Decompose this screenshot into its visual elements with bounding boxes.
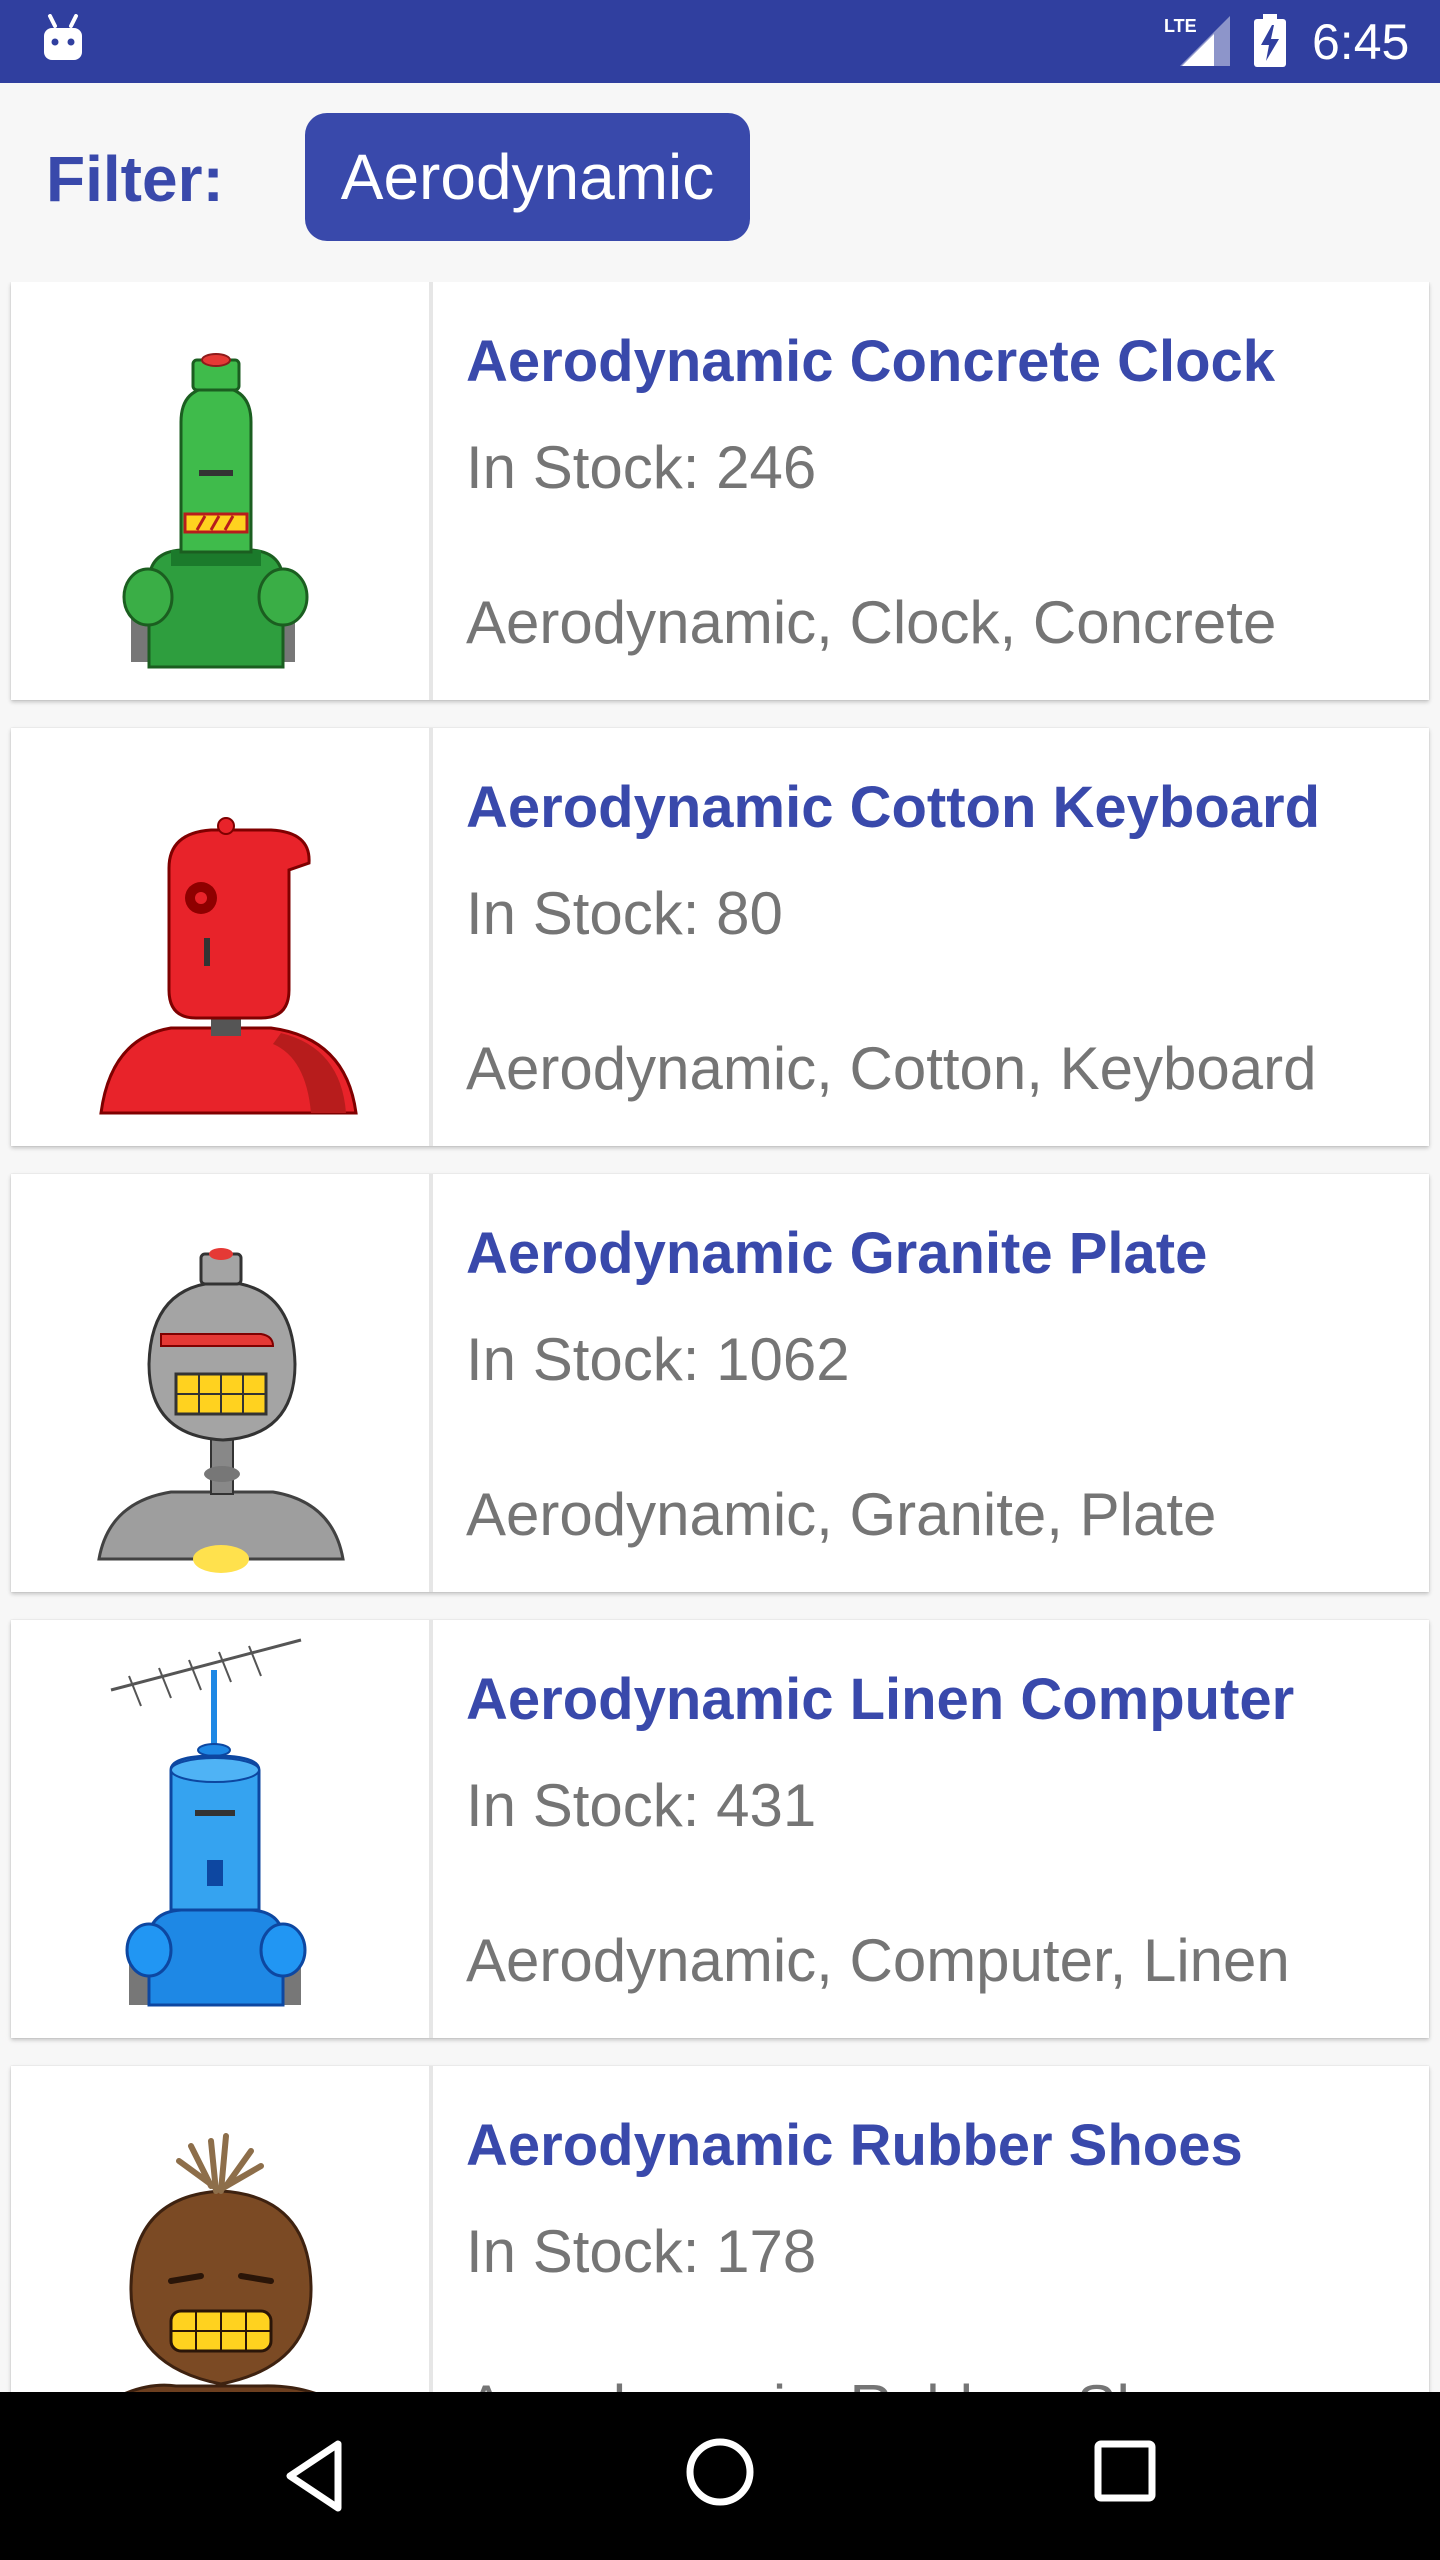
product-name: Aerodynamic Rubber Shoes [466,2113,1243,2178]
home-icon[interactable] [684,2436,756,2508]
product-thumbnail [11,2066,433,2392]
product-name: Aerodynamic Granite Plate [466,1221,1208,1286]
product-stock: In Stock: 178 [466,2218,817,2285]
lte-label: LTE [1164,16,1197,36]
product-thumbnail [11,728,433,1146]
navigation-bar [0,2392,1440,2560]
recents-icon[interactable] [1092,2438,1158,2504]
product-stock: In Stock: 80 [466,880,783,947]
blue-robot-image [110,1638,307,2007]
back-icon[interactable] [280,2436,350,2516]
brown-robot-image [124,2133,316,2392]
product-tags: Aerodynamic, Computer, Linen [466,1927,1290,1994]
product-thumbnail [11,1620,433,2038]
android-notification-icon [44,14,82,60]
product-card[interactable]: Aerodynamic Concrete Clock In Stock: 246… [11,282,1429,700]
gray-robot-image [97,1248,345,1573]
product-stock: In Stock: 1062 [466,1326,850,1393]
product-name: Aerodynamic Concrete Clock [466,329,1276,394]
red-robot-image [99,817,358,1115]
product-name: Aerodynamic Linen Computer [466,1667,1295,1732]
product-name: Aerodynamic Cotton Keyboard [466,775,1320,840]
product-stock: In Stock: 246 [466,434,817,501]
status-clock: 6:45 [1312,14,1410,70]
product-card[interactable]: Aerodynamic Granite Plate In Stock: 1062… [11,1174,1429,1592]
product-list[interactable]: Aerodynamic Concrete Clock In Stock: 246… [0,282,1440,2392]
product-thumbnail [11,282,433,700]
product-card[interactable]: Aerodynamic Linen Computer In Stock: 431… [11,1620,1429,2038]
product-tags: Aerodynamic, Clock, Concrete [466,589,1277,656]
product-thumbnail [11,1174,433,1592]
status-bar: LTE 6:45 [0,0,1440,83]
lte-signal-icon: LTE [1164,16,1230,66]
battery-charging-icon [1254,14,1286,67]
product-stock: In Stock: 431 [466,1772,817,1839]
product-card[interactable]: Aerodynamic Cotton Keyboard In Stock: 80… [11,728,1429,1146]
product-tags: Aerodynamic, Cotton, Keyboard [466,1035,1317,1102]
filter-chip-aerodynamic[interactable]: Aerodynamic [305,113,750,241]
product-tags: Aerodynamic, Rubber, Shoes [466,2371,1246,2392]
filter-label: Filter: [46,143,224,215]
product-card[interactable]: Aerodynamic Rubber Shoes In Stock: 178 A… [11,2066,1429,2392]
product-tags: Aerodynamic, Granite, Plate [466,1481,1217,1548]
green-robot-image [122,353,309,669]
filter-bar: Filter: Aerodynamic [0,83,1440,275]
